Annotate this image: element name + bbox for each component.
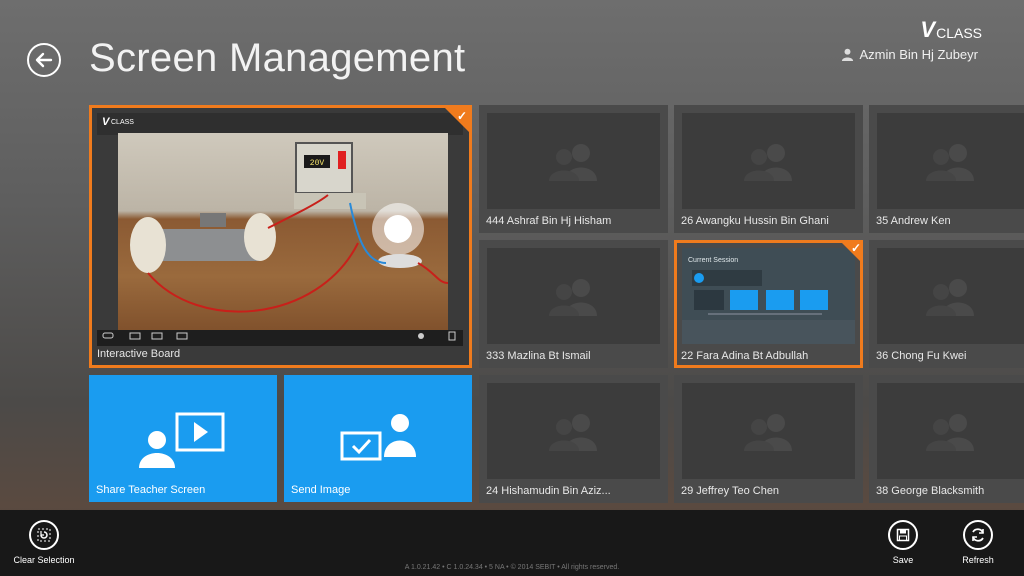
- board-toolbar: [97, 330, 463, 346]
- users-icon: [925, 144, 974, 181]
- student-screen-placeholder: [682, 113, 855, 209]
- user-info: Azmin Bin Hj Zubeyr: [841, 47, 978, 62]
- student-screen-placeholder: [487, 248, 660, 344]
- student-tile[interactable]: 36 Chong Fu Kwei: [869, 240, 1024, 368]
- student-screen-placeholder: [682, 383, 855, 479]
- refresh-icon: [963, 520, 993, 550]
- refresh-button[interactable]: Refresh: [943, 520, 1013, 565]
- student-screen-placeholder: [487, 113, 660, 209]
- arrow-left-icon: [35, 52, 53, 68]
- save-icon: [888, 520, 918, 550]
- share-screen-icon: [139, 412, 225, 468]
- ib-brand: CLASS: [111, 119, 134, 126]
- checkmark-icon: ✓: [850, 241, 861, 255]
- student-screen-placeholder: [877, 113, 1024, 209]
- student-tile[interactable]: 29 Jeffrey Teo Chen: [674, 375, 863, 503]
- student-name: 36 Chong Fu Kwei: [876, 350, 967, 362]
- clear-selection-icon: [29, 520, 59, 550]
- users-icon: [548, 414, 597, 451]
- student-tile[interactable]: 26 Awangku Hussin Bin Ghani: [674, 105, 863, 233]
- student-screen-placeholder: [877, 383, 1024, 479]
- share-teacher-screen-label: Share Teacher Screen: [96, 484, 206, 496]
- interactive-board-tile[interactable]: V CLASS 20V Interactive Board ✓: [89, 105, 472, 368]
- send-image-tile[interactable]: Send Image: [284, 375, 472, 502]
- student-name: 29 Jeffrey Teo Chen: [681, 485, 780, 497]
- student-screen-preview: Current Session: [682, 248, 855, 344]
- clear-selection-button[interactable]: Clear Selection: [9, 520, 79, 565]
- student-tile[interactable]: 24 Hishamudin Bin Aziz...: [479, 375, 668, 503]
- users-icon: [548, 279, 597, 316]
- brand-v: V: [920, 17, 936, 42]
- student-screen-placeholder: [877, 248, 1024, 344]
- user-name: Azmin Bin Hj Zubeyr: [859, 47, 978, 62]
- student-tile[interactable]: 444 Ashraf Bin Hj Hisham: [479, 105, 668, 233]
- ib-topbar: V CLASS: [97, 113, 463, 135]
- brand-text: CLASS: [936, 25, 982, 41]
- student-name: 35 Andrew Ken: [876, 215, 951, 227]
- student-screen-placeholder: [487, 383, 660, 479]
- page-title: Screen Management: [89, 36, 466, 80]
- student-name: 333 Mazlina Bt Ismail: [486, 350, 591, 362]
- interactive-board-label: Interactive Board: [97, 348, 181, 360]
- student-name: 24 Hishamudin Bin Aziz...: [486, 485, 611, 497]
- version-footer: A 1.0.21.42 • C 1.0.24.34 • 5 NA • © 201…: [404, 564, 620, 571]
- student-tile[interactable]: Current Session 22 Fara Adina Bt Adbulla…: [674, 240, 863, 368]
- users-icon: [743, 144, 792, 181]
- users-icon: [925, 414, 974, 451]
- board-screen-preview: 20V: [118, 133, 449, 338]
- student-name: 38 George Blacksmith: [876, 485, 985, 497]
- users-icon: [548, 144, 597, 181]
- brand-logo: V CLASS: [920, 17, 982, 43]
- users-icon: [925, 279, 974, 316]
- user-icon: [841, 48, 853, 61]
- student-name: 444 Ashraf Bin Hj Hisham: [486, 215, 612, 227]
- student-tile[interactable]: 35 Andrew Ken: [869, 105, 1024, 233]
- users-icon: [743, 414, 792, 451]
- student-tile[interactable]: 38 George Blacksmith: [869, 375, 1024, 503]
- student-name: 26 Awangku Hussin Bin Ghani: [681, 215, 829, 227]
- student-name: 22 Fara Adina Bt Adbullah: [681, 350, 809, 362]
- student-tile[interactable]: 333 Mazlina Bt Ismail: [479, 240, 668, 368]
- preview-title: Current Session: [688, 257, 738, 264]
- send-image-label: Send Image: [291, 484, 351, 496]
- send-image-icon: [340, 414, 416, 461]
- checkmark-icon: ✓: [456, 109, 467, 123]
- share-teacher-screen-tile[interactable]: Share Teacher Screen: [89, 375, 277, 502]
- back-button[interactable]: [27, 43, 61, 77]
- meter-readout: 20V: [310, 159, 325, 168]
- save-button[interactable]: Save: [868, 520, 938, 565]
